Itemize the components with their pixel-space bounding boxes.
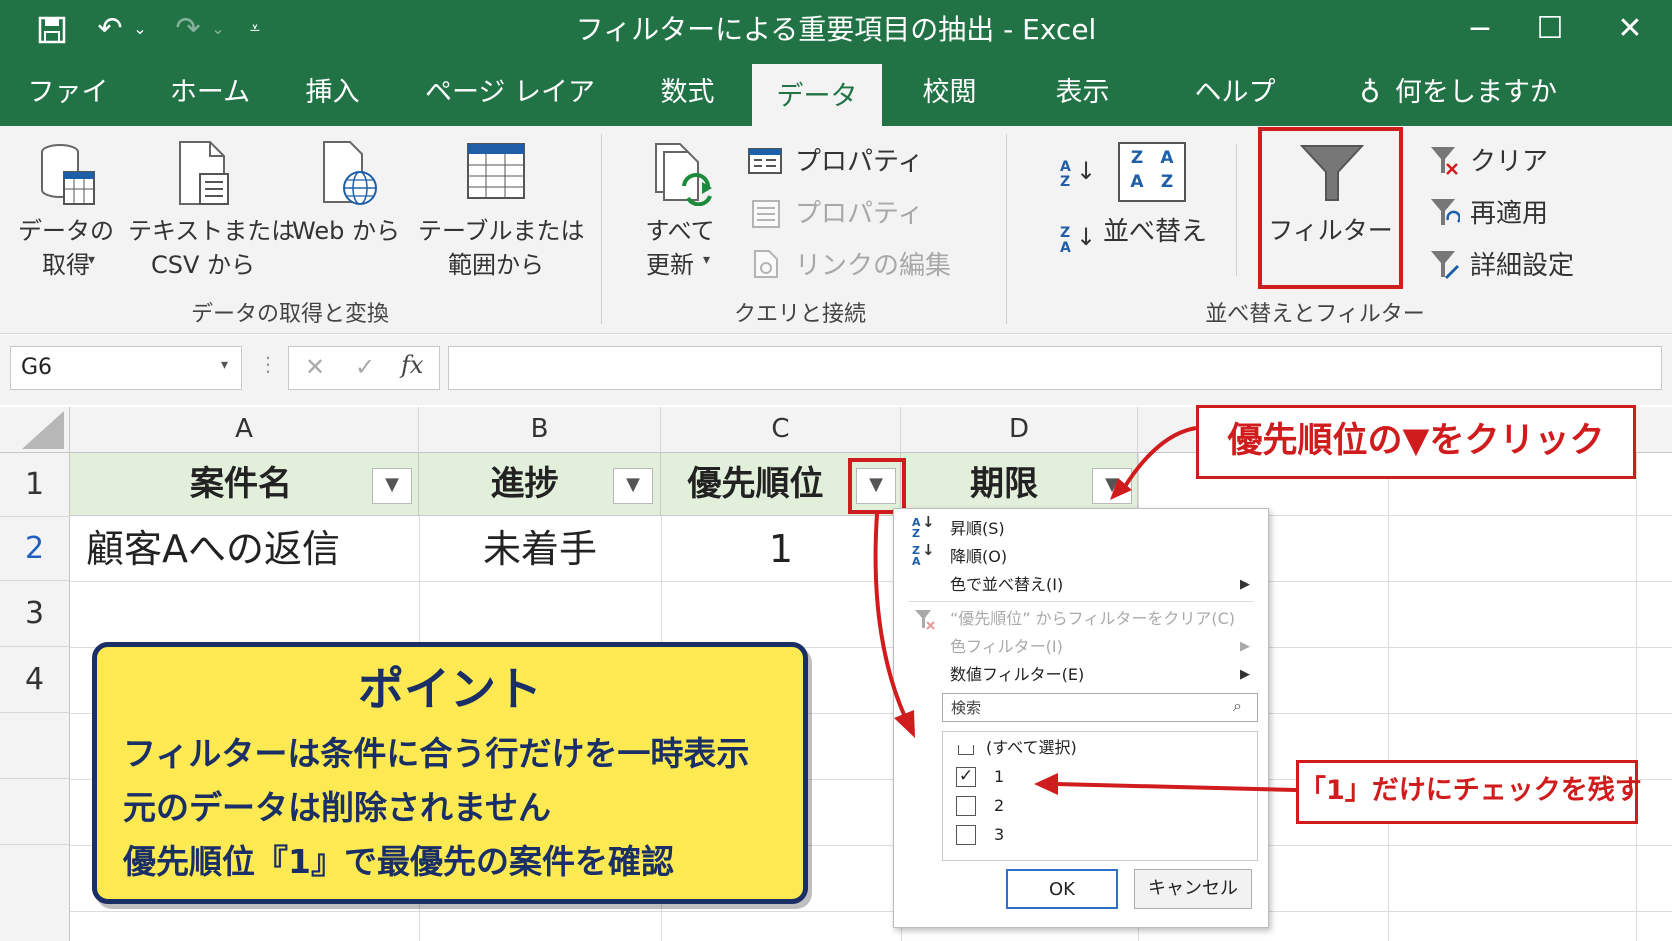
arrow-to-checkbox (1055, 782, 1297, 792)
arrow-to-dropdown (873, 513, 907, 718)
arrow-to-deadline-filter (1122, 426, 1197, 490)
excel-window: ↶ ⌄ ↷ ⌄ ⩡ フィルターによる重要項目の抽出 - Excel − ☐ ✕ … (0, 0, 1672, 941)
annotation-arrows (873, 426, 1297, 795)
arrow-head (1034, 773, 1058, 795)
arrow-head (894, 710, 915, 738)
